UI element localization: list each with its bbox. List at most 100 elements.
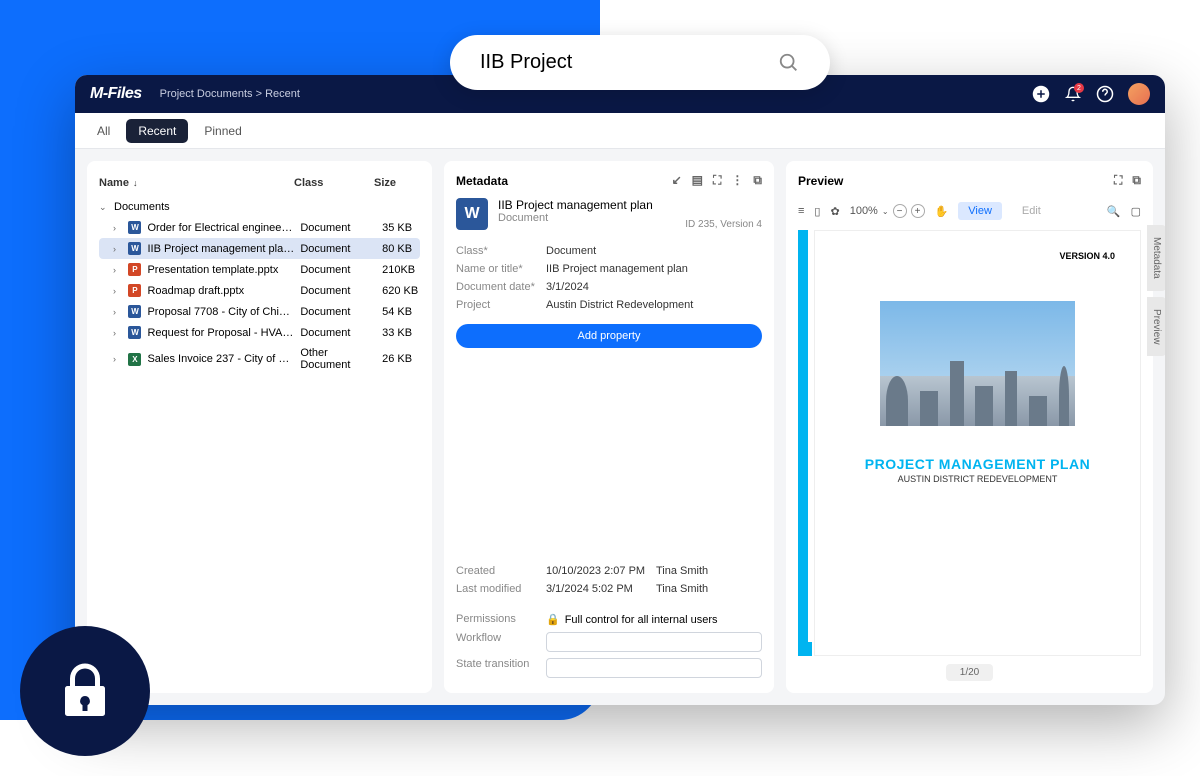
chevron-down-icon[interactable]: ⌄ <box>99 202 109 213</box>
chevron-down-icon[interactable]: ⌄ <box>882 207 889 216</box>
tab-pinned[interactable]: Pinned <box>192 119 253 143</box>
col-name[interactable]: Name <box>99 177 129 189</box>
list-item[interactable]: ›WRequest for Proposal - HVAC Engineerin… <box>99 322 420 343</box>
state-input[interactable] <box>546 658 762 678</box>
created-by: Tina Smith <box>656 565 708 577</box>
item-class: Other Document <box>300 347 376 371</box>
more-icon[interactable]: ⋮ <box>731 173 743 188</box>
preview-panel: Preview ⛶ ⧉ ≡ ▯ ✿ 100% ⌄ − + ✋ View Edit <box>786 161 1153 693</box>
item-size: 35 KB <box>382 222 420 234</box>
workflow-input[interactable] <box>546 632 762 652</box>
search-input[interactable] <box>480 51 778 74</box>
lock-icon <box>55 661 115 721</box>
view-button[interactable]: View <box>958 202 1002 220</box>
list-item[interactable]: ›PPresentation template.pptxDocument210K… <box>99 259 420 280</box>
sort-icon[interactable]: ↓ <box>133 178 138 188</box>
chevron-right-icon[interactable]: › <box>113 286 122 296</box>
chevron-right-icon[interactable]: › <box>113 354 122 364</box>
preview-header: Preview <box>798 174 843 188</box>
chevron-right-icon[interactable]: › <box>113 244 122 254</box>
document-page[interactable]: VERSION 4.0 PROJECT MANAGEMENT PLAN <box>814 230 1141 656</box>
lock-badge <box>20 626 150 756</box>
add-property-button[interactable]: Add property <box>456 324 762 348</box>
chevron-right-icon[interactable]: › <box>113 307 122 317</box>
list-item[interactable]: ›PRoadmap draft.pptxDocument620 KB <box>99 280 420 301</box>
doc-title: IIB Project management plan <box>498 198 653 212</box>
modified-label: Last modified <box>456 583 546 595</box>
chevron-right-icon[interactable]: › <box>113 223 122 233</box>
item-size: 80 KB <box>382 243 420 255</box>
avatar[interactable] <box>1128 83 1150 105</box>
page-indicator[interactable]: 1/20 <box>946 664 993 681</box>
expand-preview-icon[interactable]: ⛶ <box>1114 173 1122 188</box>
state-label: State transition <box>456 658 546 678</box>
doc-id-version: ID 235, Version 4 <box>685 219 762 230</box>
item-class: Document <box>300 327 376 339</box>
prop-date-value[interactable]: 3/1/2024 <box>546 281 762 293</box>
permissions-value[interactable]: Full control for all internal users <box>565 614 718 626</box>
search-preview-icon[interactable]: 🔍 <box>1107 205 1121 218</box>
list-item[interactable]: ›WOrder for Electrical engineering.docxD… <box>99 217 420 238</box>
app-window: M-Files Project Documents > Recent 2 All… <box>75 75 1165 705</box>
zoom-in-icon[interactable]: + <box>911 204 925 218</box>
column-headers: Name ↓ Class Size <box>99 173 420 197</box>
created-date: 10/10/2023 2:07 PM <box>546 565 656 577</box>
item-class: Document <box>300 243 376 255</box>
panel-icon[interactable]: ▯ <box>814 205 820 218</box>
list-item[interactable]: ›WProposal 7708 - City of Chicago.docxDo… <box>99 301 420 322</box>
prop-date-label: Document date* <box>456 281 546 293</box>
item-name: Request for Proposal - HVAC Engineerin..… <box>147 327 294 339</box>
file-icon: W <box>128 242 141 255</box>
sidetab-metadata[interactable]: Metadata <box>1147 225 1165 291</box>
expand-icon[interactable]: ⛶ <box>713 173 721 188</box>
col-class[interactable]: Class <box>294 177 374 189</box>
help-icon[interactable] <box>1096 85 1114 103</box>
doc-subtitle: Document <box>498 212 653 224</box>
comment-icon[interactable]: ▤ <box>692 173 703 188</box>
list-item[interactable]: › W IIB Project management plan.docx Docume… <box>99 238 420 259</box>
chevron-right-icon[interactable]: › <box>113 328 122 338</box>
breadcrumb[interactable]: Project Documents > Recent <box>160 88 300 100</box>
chevron-right-icon[interactable]: › <box>113 265 122 275</box>
item-size: 33 KB <box>382 327 420 339</box>
item-size: 210KB <box>382 264 420 276</box>
item-name: Sales Invoice 237 - City of Chicago.xls <box>147 353 294 365</box>
prop-project-value[interactable]: Austin District Redevelopment <box>546 299 762 311</box>
file-icon: X <box>128 353 141 366</box>
modified-date: 3/1/2024 5:02 PM <box>546 583 656 595</box>
related-icon[interactable]: ↙ <box>672 173 682 188</box>
zoom-value[interactable]: 100% <box>850 205 878 217</box>
item-class: Document <box>300 264 376 276</box>
popout-icon[interactable]: ⧉ <box>753 173 762 188</box>
zoom-out-icon[interactable]: − <box>893 204 907 218</box>
doc-cover-image <box>880 301 1075 426</box>
prop-project-label: Project <box>456 299 546 311</box>
item-size: 26 KB <box>382 353 420 365</box>
gear-icon[interactable]: ✿ <box>830 205 839 218</box>
file-icon: W <box>128 305 141 318</box>
col-size[interactable]: Size <box>374 177 414 189</box>
annotation-icon[interactable]: ▢ <box>1131 205 1141 218</box>
item-name: IIB Project management plan.docx <box>147 243 294 255</box>
tab-recent[interactable]: Recent <box>126 119 188 143</box>
prop-name-value[interactable]: IIB Project management plan <box>546 263 762 275</box>
tree-folder[interactable]: ⌄ Documents <box>99 197 420 217</box>
sidetab-preview[interactable]: Preview <box>1147 297 1165 357</box>
list-item[interactable]: › X Sales Invoice 237 - City of Chicago.xl… <box>99 343 420 375</box>
tab-all[interactable]: All <box>85 119 122 143</box>
search-icon[interactable] <box>778 52 800 74</box>
popout-preview-icon[interactable]: ⧉ <box>1132 173 1141 188</box>
modified-by: Tina Smith <box>656 583 708 595</box>
hand-icon[interactable]: ✋ <box>935 205 949 218</box>
add-icon[interactable] <box>1032 85 1050 103</box>
notification-icon[interactable]: 2 <box>1064 85 1082 103</box>
prop-class-value[interactable]: Document <box>546 245 762 257</box>
workflow-label: Workflow <box>456 632 546 652</box>
document-list-panel: Name ↓ Class Size ⌄ Documents ›WOrder fo… <box>87 161 432 693</box>
item-name: Order for Electrical engineering.docx <box>147 222 294 234</box>
doc-cover-subtitle: AUSTIN DISTRICT REDEVELOPMENT <box>898 474 1058 484</box>
word-icon: W <box>456 198 488 230</box>
file-icon: P <box>128 263 141 276</box>
menu-icon[interactable]: ≡ <box>798 205 804 217</box>
edit-button[interactable]: Edit <box>1012 202 1051 220</box>
